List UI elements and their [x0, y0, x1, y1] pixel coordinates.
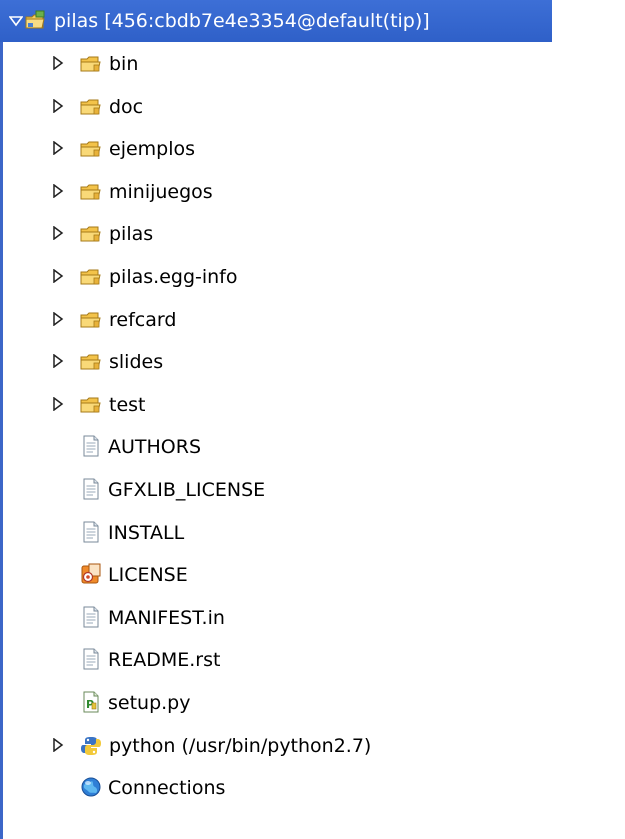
tree-item-file-gfxlib-license[interactable]: GFXLIB_LICENSE	[0, 468, 625, 511]
chevron-right-icon[interactable]	[50, 353, 66, 369]
tree-item-folder-slides[interactable]: slides	[0, 340, 625, 383]
chevron-down-icon[interactable]	[8, 13, 24, 29]
tree-item-folder-refcard[interactable]: refcard	[0, 298, 625, 341]
tree-item-label: pilas.egg-info	[109, 265, 238, 288]
tree-item-folder-bin[interactable]: bin	[0, 42, 625, 85]
tree-item-label: test	[109, 393, 146, 416]
folder-icon	[80, 266, 102, 288]
tree-item-label: LICENSE	[108, 564, 188, 587]
tree-root-pilas[interactable]: pilas [456:cbdb7e4e3354@default(tip)]	[0, 0, 552, 42]
text-file-icon	[80, 606, 102, 628]
text-file-icon	[80, 648, 102, 670]
tree-item-file-readme[interactable]: README.rst	[0, 638, 625, 681]
python-file-icon: P	[80, 691, 102, 713]
tree-item-label: pilas	[109, 223, 154, 246]
tree-item-label: MANIFEST.in	[108, 606, 225, 629]
chevron-right-icon[interactable]	[50, 396, 66, 412]
tree-item-label: slides	[109, 351, 164, 374]
folder-icon	[80, 53, 102, 75]
text-file-icon	[80, 521, 102, 543]
chevron-right-icon[interactable]	[50, 311, 66, 327]
python-interpreter-icon	[80, 735, 102, 757]
tree-item-python-interpreter[interactable]: python (/usr/bin/python2.7)	[0, 724, 625, 767]
chevron-right-icon[interactable]	[50, 225, 66, 241]
folder-icon	[80, 309, 102, 331]
tree-item-folder-pilas-egg-info[interactable]: pilas.egg-info	[0, 255, 625, 298]
tree-item-connections[interactable]: Connections	[0, 766, 625, 809]
tree-item-label: refcard	[109, 308, 177, 331]
project-explorer-tree: pilas [456:cbdb7e4e3354@default(tip)] bi…	[0, 0, 625, 809]
tree-item-label: README.rst	[108, 649, 221, 672]
project-folder-icon	[24, 10, 46, 32]
tree-item-file-license[interactable]: LICENSE	[0, 553, 625, 596]
tree-item-label: setup.py	[108, 691, 191, 714]
chevron-right-icon[interactable]	[50, 55, 66, 71]
tree-item-folder-ejemplos[interactable]: ejemplos	[0, 127, 625, 170]
tree-item-folder-pilas[interactable]: pilas	[0, 212, 625, 255]
tree-item-file-install[interactable]: INSTALL	[0, 511, 625, 554]
tree-item-label: bin	[109, 53, 139, 75]
tree-item-label: minijuegos	[109, 180, 213, 203]
folder-icon	[80, 223, 102, 245]
chevron-right-icon[interactable]	[50, 98, 66, 114]
chevron-right-icon[interactable]	[50, 737, 66, 753]
folder-icon	[80, 138, 102, 160]
folder-icon	[80, 96, 102, 118]
tree-item-folder-doc[interactable]: doc	[0, 85, 625, 128]
tree-item-folder-minijuegos[interactable]: minijuegos	[0, 170, 625, 213]
tree-item-folder-test[interactable]: test	[0, 383, 625, 426]
tree-item-label: INSTALL	[108, 521, 185, 544]
tree-item-label: python (/usr/bin/python2.7)	[109, 734, 372, 757]
tree-item-label: GFXLIB_LICENSE	[108, 478, 266, 501]
license-file-icon	[80, 563, 102, 585]
tree-item-file-manifest[interactable]: MANIFEST.in	[0, 596, 625, 639]
tree-item-file-authors[interactable]: AUTHORS	[0, 425, 625, 468]
tree-item-label: Connections	[108, 777, 226, 800]
folder-icon	[80, 181, 102, 203]
tree-item-file-setup-py[interactable]: P setup.py	[0, 681, 625, 724]
tree-item-label: ejemplos	[109, 138, 196, 161]
tree-root-label: pilas [456:cbdb7e4e3354@default(tip)]	[54, 10, 430, 32]
chevron-right-icon[interactable]	[50, 268, 66, 284]
folder-icon	[80, 351, 102, 373]
chevron-right-icon[interactable]	[50, 140, 66, 156]
tree-item-label: doc	[109, 95, 144, 118]
folder-icon	[80, 394, 102, 416]
chevron-right-icon[interactable]	[50, 183, 66, 199]
tree-item-label: AUTHORS	[108, 436, 202, 459]
text-file-icon	[80, 435, 102, 457]
text-file-icon	[80, 478, 102, 500]
connections-icon	[80, 776, 102, 798]
